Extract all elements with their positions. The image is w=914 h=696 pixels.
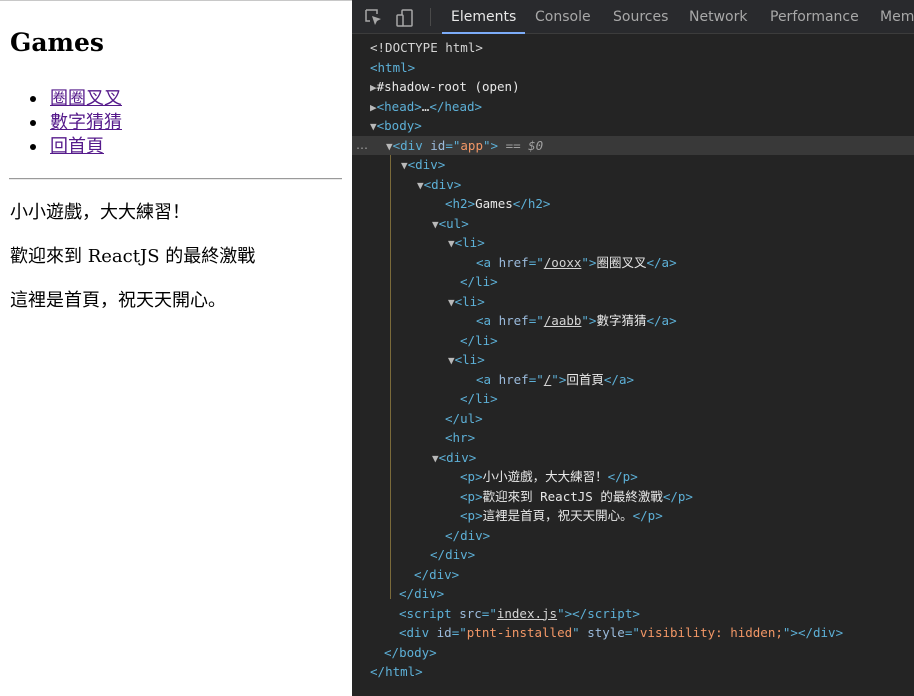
tree-row-body-close[interactable]: </body> (352, 643, 914, 663)
tree-row-div[interactable]: ▼<div> (352, 175, 914, 195)
link-ooxx[interactable]: 圈圈叉叉 (50, 88, 122, 109)
tree-row-script[interactable]: <script src="index.js"></script> (352, 604, 914, 624)
tab-performance[interactable]: Performance (770, 0, 859, 34)
tree-row-doctype[interactable]: <!DOCTYPE html> (352, 38, 914, 58)
tree-row-h2[interactable]: <h2>Games</h2> (352, 194, 914, 214)
collapse-triangle-icon[interactable]: ▼ (401, 159, 408, 172)
tab-network[interactable]: Network (689, 0, 747, 34)
tree-row-li[interactable]: ▼<li> (352, 233, 914, 253)
tab-elements[interactable]: Elements (442, 0, 526, 34)
tree-row-div-app-selected[interactable]: … ▼<div id="app"> == $0 (352, 135, 914, 156)
tree-row-shadow-root[interactable]: ▶#shadow-root (open) (352, 77, 914, 97)
collapse-triangle-icon[interactable]: ▼ (417, 179, 424, 192)
collapse-triangle-icon[interactable]: ▼ (448, 237, 455, 250)
devtools-toolbar: Elements Console Sources Network Perform… (352, 0, 914, 34)
tree-row-p-3[interactable]: <p>這裡是首頁，祝天天開心。</p> (352, 506, 914, 526)
collapse-triangle-icon[interactable]: ▼ (432, 452, 439, 465)
tab-memory[interactable]: Mem (880, 0, 914, 34)
tree-row-div-close[interactable]: </div> (352, 565, 914, 585)
tree-row-div-close[interactable]: </div> (352, 526, 914, 546)
game-link-list: 圈圈叉叉 數字猜猜 回首頁 (10, 87, 122, 159)
tree-row-li-close[interactable]: </li> (352, 331, 914, 351)
tree-row-li[interactable]: ▼<li> (352, 350, 914, 370)
collapse-triangle-icon[interactable]: ▼ (370, 120, 377, 133)
tree-row-li[interactable]: ▼<li> (352, 292, 914, 312)
tree-row-li-close[interactable]: </li> (352, 272, 914, 292)
selected-node-marker: == $0 (505, 137, 544, 153)
horizontal-rule (9, 178, 342, 180)
tree-row-head[interactable]: ▶<head>…</head> (352, 97, 914, 117)
tree-row-a-home[interactable]: <a href="/">回首頁</a> (352, 370, 914, 390)
tree-row-div-ptnt[interactable]: <div id="ptnt-installed" style="visibili… (352, 623, 914, 643)
link-home[interactable]: 回首頁 (50, 136, 104, 157)
tree-row-hr[interactable]: <hr> (352, 428, 914, 448)
collapse-triangle-icon[interactable]: ▼ (448, 296, 455, 309)
tab-sources[interactable]: Sources (613, 0, 668, 34)
expand-triangle-icon[interactable]: ▶ (370, 101, 377, 114)
tree-row-div[interactable]: ▼<div> (352, 448, 914, 468)
intro-paragraph-3: 這裡是首頁，祝天天開心。 (10, 290, 226, 311)
rendered-page: Games 圈圈叉叉 數字猜猜 回首頁 小小遊戲，大大練習！ 歡迎來到 Reac… (0, 0, 352, 696)
script-src-link[interactable]: index.js (497, 606, 557, 621)
tree-row-div[interactable]: ▼<div> (352, 155, 914, 175)
tree-row-li-close[interactable]: </li> (352, 389, 914, 409)
tab-console[interactable]: Console (535, 0, 591, 34)
tree-row-p-2[interactable]: <p>歡迎來到 ReactJS 的最終激戰</p> (352, 487, 914, 507)
tree-row-ul-close[interactable]: </ul> (352, 409, 914, 429)
tree-row-div-close[interactable]: </div> (352, 545, 914, 565)
collapse-triangle-icon[interactable]: ▼ (386, 140, 393, 153)
list-item: 回首頁 (30, 135, 122, 159)
list-item: 圈圈叉叉 (30, 87, 122, 111)
inspect-element-icon[interactable] (364, 8, 384, 28)
tree-row-div-close[interactable]: </div> (352, 584, 914, 604)
href-link-ooxx[interactable]: /ooxx (544, 255, 582, 270)
tree-row-p-1[interactable]: <p>小小遊戲，大大練習！</p> (352, 467, 914, 487)
intro-paragraph-1: 小小遊戲，大大練習！ (10, 202, 190, 223)
devtools-panel: Elements Console Sources Network Perform… (352, 0, 914, 696)
tree-row-a-aabb[interactable]: <a href="/aabb">數字猜猜</a> (352, 311, 914, 331)
expand-triangle-icon[interactable]: ▶ (370, 81, 377, 94)
tree-row-html-close[interactable]: </html> (352, 662, 914, 682)
tree-row-html[interactable]: <html> (352, 58, 914, 78)
tree-row-body[interactable]: ▼<body> (352, 116, 914, 136)
tree-row-a-ooxx[interactable]: <a href="/ooxx">圈圈叉叉</a> (352, 253, 914, 273)
intro-paragraph-2: 歡迎來到 ReactJS 的最終激戰 (10, 246, 256, 267)
row-options-dots[interactable]: … (356, 136, 368, 156)
list-item: 數字猜猜 (30, 111, 122, 135)
device-toolbar-icon[interactable] (395, 8, 415, 28)
toolbar-divider (430, 8, 431, 26)
doctype-text: <!DOCTYPE html> (370, 40, 483, 55)
link-aabb[interactable]: 數字猜猜 (50, 112, 122, 133)
collapse-triangle-icon[interactable]: ▼ (432, 218, 439, 231)
collapse-triangle-icon[interactable]: ▼ (448, 354, 455, 367)
page-title: Games (10, 28, 104, 57)
tree-row-ul[interactable]: ▼<ul> (352, 214, 914, 234)
href-link-aabb[interactable]: /aabb (544, 313, 582, 328)
